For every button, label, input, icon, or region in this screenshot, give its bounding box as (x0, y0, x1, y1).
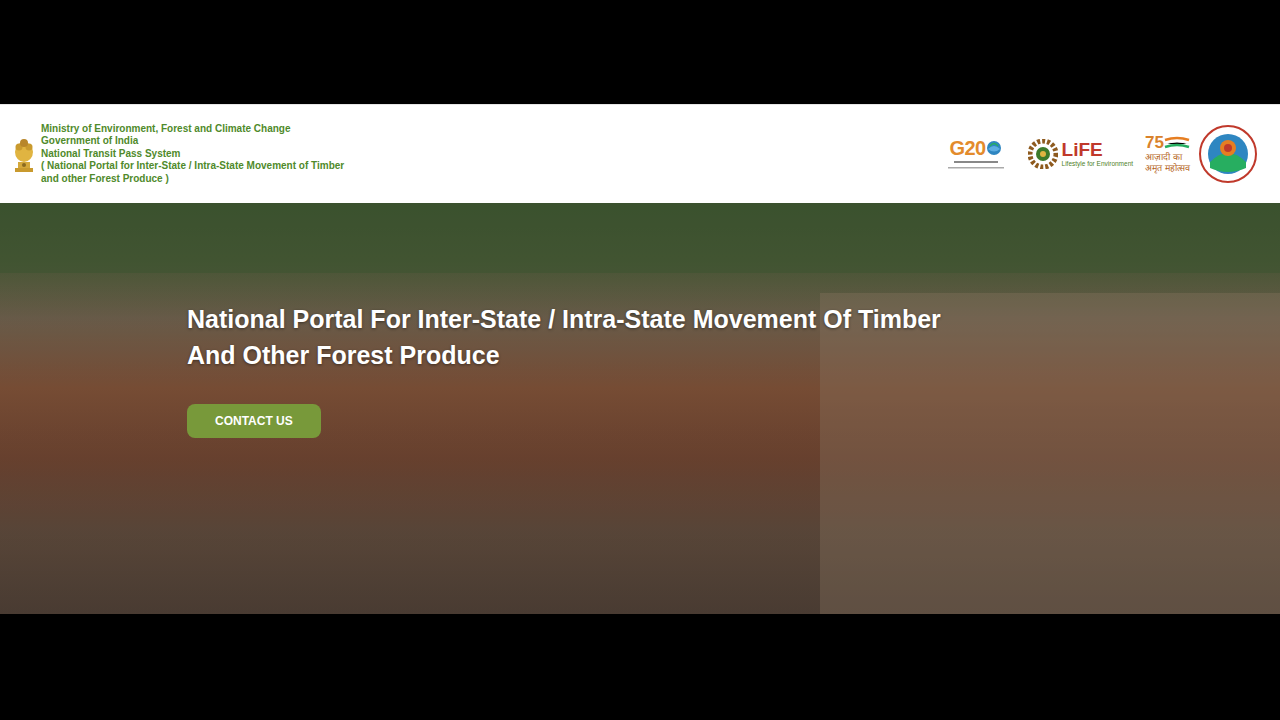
azadi-line: आज़ादी का (1145, 152, 1190, 163)
g20-mark: G20 (949, 137, 1001, 159)
ministry-line: National Transit Pass System (41, 148, 344, 161)
bottom-black-band (0, 614, 1280, 720)
life-title: LiFE (1062, 140, 1134, 160)
azadi-number: 75 (1145, 134, 1164, 152)
ministry-line: ( National Portal for Inter-State / Intr… (41, 160, 344, 173)
life-text: LiFELifestyle for Environment (1062, 140, 1134, 168)
hero-title: National Portal For Inter-State / Intra-… (187, 301, 947, 373)
azadi-mark: 75 (1145, 134, 1190, 152)
contact-us-button[interactable]: CONTACT US (187, 404, 321, 438)
ministry-line: Government of India (41, 135, 344, 148)
ministry-line: Ministry of Environment, Forest and Clim… (41, 123, 344, 136)
g20-text: G20 (949, 137, 985, 159)
life-subtitle: Lifestyle for Environment (1062, 160, 1134, 168)
g20-motto-icon (946, 159, 1006, 171)
ministry-line: and other Forest Produce ) (41, 173, 344, 186)
ministry-text: Ministry of Environment, Forest and Clim… (41, 123, 344, 186)
azadi-line: अमृत महोत्सव (1145, 163, 1190, 174)
azadi-logo: 75आज़ादी काअमृत महोत्सव (1145, 134, 1190, 174)
sunflower-icon (1028, 139, 1058, 169)
partner-logos: G20 LiFELifestyle for Environment 75आज़ादी… (940, 124, 1258, 184)
top-black-band (0, 0, 1280, 104)
flag-swoosh-icon (1164, 136, 1190, 150)
national-emblem-icon (12, 132, 36, 176)
ministry-seal-icon (1198, 124, 1258, 184)
ministry-brand[interactable]: Ministry of Environment, Forest and Clim… (12, 123, 344, 186)
lotus-globe-icon (986, 140, 1002, 156)
life-logo: LiFELifestyle for Environment (1028, 139, 1134, 169)
hero-banner: National Portal For Inter-State / Intra-… (0, 203, 1280, 614)
hero-content: National Portal For Inter-State / Intra-… (0, 203, 1280, 438)
site-header: Ministry of Environment, Forest and Clim… (0, 104, 1280, 203)
g20-logo: G20 (940, 137, 1012, 171)
